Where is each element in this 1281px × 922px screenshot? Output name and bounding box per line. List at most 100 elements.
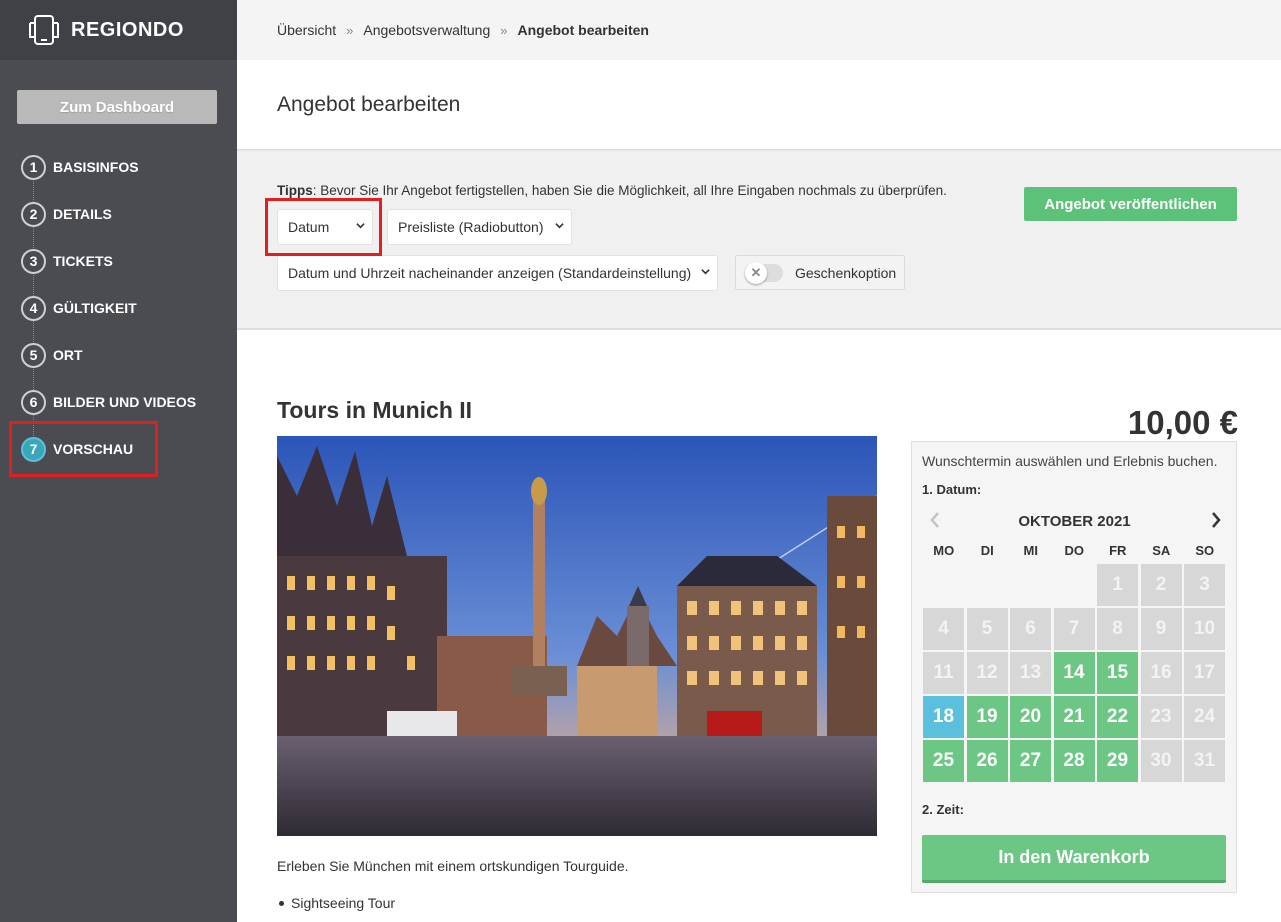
- calendar-header: OKTOBER 2021: [922, 508, 1227, 534]
- step-label: DETAILS: [53, 206, 112, 222]
- step-gueltigkeit[interactable]: 4 GÜLTIGKEIT: [21, 295, 137, 321]
- booking-widget: Wunschtermin auswählen und Erlebnis buch…: [911, 441, 1237, 893]
- toggle-switch[interactable]: ✕: [745, 261, 783, 284]
- weekday-label: MI: [1023, 543, 1038, 558]
- page-header: Angebot bearbeiten: [237, 60, 1281, 150]
- breadcrumb-separator: »: [500, 22, 508, 38]
- calendar-day[interactable]: 25: [923, 740, 964, 782]
- weekday-label: SA: [1152, 543, 1171, 558]
- calendar-day: 16: [1140, 652, 1182, 694]
- regiondo-logo-icon: [29, 15, 59, 45]
- calendar-day: 12: [966, 652, 1008, 694]
- calendar-day: 10: [1184, 608, 1225, 650]
- step-label: TICKETS: [53, 253, 113, 269]
- calendar-day: 31: [1184, 740, 1225, 782]
- step-label: GÜLTIGKEIT: [53, 300, 137, 316]
- chevron-down-icon: [701, 269, 710, 275]
- weekday-label: SO: [1195, 543, 1215, 558]
- preisliste-select-value: Preisliste (Radiobutton): [398, 219, 544, 235]
- close-icon: ✕: [745, 261, 767, 284]
- calendar-month: OKTOBER 2021: [1018, 513, 1131, 530]
- preisliste-select[interactable]: Preisliste (Radiobutton): [387, 209, 572, 245]
- calendar-day[interactable]: 26: [966, 740, 1008, 782]
- breadcrumb: Übersicht » Angebotsverwaltung » Angebot…: [237, 0, 1281, 60]
- step-ort[interactable]: 5 ORT: [21, 342, 83, 368]
- weekday-label: FR: [1109, 543, 1127, 558]
- calendar-day: 23: [1140, 696, 1182, 738]
- product-title: Tours in Munich II: [277, 397, 473, 423]
- calendar-day[interactable]: 27: [1010, 740, 1051, 782]
- calendar-day: 9: [1140, 608, 1182, 650]
- add-to-cart-button[interactable]: In den Warenkorb: [922, 835, 1226, 883]
- step-number: 3: [21, 248, 46, 274]
- step-label: BILDER UND VIDEOS: [53, 394, 197, 410]
- calendar-day[interactable]: 19: [966, 696, 1008, 738]
- chevron-down-icon: [555, 223, 564, 229]
- calendar-day: 11: [923, 652, 964, 694]
- step-bilder-und-videos[interactable]: 6 BILDER UND VIDEOS: [21, 389, 196, 415]
- product-image-illustration: [277, 436, 877, 836]
- weekday-label: MO: [933, 543, 955, 558]
- product-highlights: Sightseeing Tour: [278, 895, 395, 917]
- tips-body: : Bevor Sie Ihr Angebot fertigstellen, h…: [312, 183, 947, 198]
- anzeige-select[interactable]: Datum und Uhrzeit nacheinander anzeigen …: [277, 255, 718, 291]
- tips-label: Tipps: [277, 183, 313, 198]
- step-details[interactable]: 2 DETAILS: [21, 201, 112, 227]
- calendar-day[interactable]: 21: [1053, 696, 1095, 738]
- calendar-day: 4: [923, 608, 964, 650]
- breadcrumb-angebotsverwaltung[interactable]: Angebotsverwaltung: [363, 22, 490, 38]
- calendar-day: 1: [1097, 564, 1138, 606]
- step-number: 5: [21, 342, 46, 368]
- step-label: BASISINFOS: [53, 159, 139, 175]
- breadcrumb-uebersicht[interactable]: Übersicht: [277, 22, 336, 38]
- calendar-day: 5: [966, 608, 1008, 650]
- calendar-day[interactable]: 14: [1053, 652, 1095, 694]
- publish-button[interactable]: Angebot veröffentlichen: [1024, 187, 1237, 221]
- product-image-munich-marienplatz: [277, 436, 877, 836]
- calendar-day[interactable]: 20: [1010, 696, 1051, 738]
- calendar-day[interactable]: 18: [923, 696, 964, 738]
- time-label: 2. Zeit:: [922, 802, 964, 817]
- calendar-day: 30: [1140, 740, 1182, 782]
- anzeige-select-value: Datum und Uhrzeit nacheinander anzeigen …: [288, 265, 692, 281]
- calendar-day: 13: [1010, 652, 1051, 694]
- page-title: Angebot bearbeiten: [277, 92, 461, 116]
- calendar-weekdays: MO DI MI DO FR SA SO: [922, 543, 1227, 558]
- step-label: ORT: [53, 347, 83, 363]
- weekday-label: DI: [980, 543, 994, 558]
- dashboard-button[interactable]: Zum Dashboard: [17, 90, 217, 124]
- calendar-day: 24: [1184, 696, 1225, 738]
- calendar-day[interactable]: 15: [1097, 652, 1138, 694]
- calendar-day: 17: [1184, 652, 1225, 694]
- step-number: 4: [21, 295, 46, 321]
- geschenkoption-label: Geschenkoption: [795, 264, 897, 281]
- calendar-day: 2: [1140, 564, 1182, 606]
- step-basisinfos[interactable]: 1 BASISINFOS: [21, 154, 139, 180]
- chevron-right-icon[interactable]: [1209, 510, 1223, 530]
- geschenkoption-toggle[interactable]: ✕ Geschenkoption: [735, 255, 905, 290]
- calendar-day: 8: [1097, 608, 1138, 650]
- step-tickets[interactable]: 3 TICKETS: [21, 248, 113, 274]
- product-price: 10,00 €: [1127, 404, 1238, 441]
- calendar-day[interactable]: 28: [1053, 740, 1095, 782]
- date-label: 1. Datum:: [922, 482, 982, 497]
- booking-intro: Wunschtermin auswählen und Erlebnis buch…: [922, 453, 1218, 469]
- product-description: Erleben Sie München mit einem ortskundig…: [277, 858, 629, 874]
- calendar-day: 7: [1053, 608, 1095, 650]
- calendar-day[interactable]: 22: [1097, 696, 1138, 738]
- calendar-day[interactable]: 29: [1097, 740, 1138, 782]
- calendar-day: 6: [1010, 608, 1051, 650]
- brand-name: REGIONDO: [71, 18, 184, 41]
- tips-text: Tipps: Bevor Sie Ihr Angebot fertigstell…: [277, 183, 947, 198]
- tips-panel: Tipps: Bevor Sie Ihr Angebot fertigstell…: [237, 150, 1281, 330]
- list-item: Sightseeing Tour: [278, 895, 395, 917]
- step-number: 6: [21, 389, 46, 415]
- breadcrumb-current: Angebot bearbeiten: [517, 22, 649, 38]
- breadcrumb-separator: »: [346, 22, 354, 38]
- weekday-label: DO: [1064, 543, 1085, 558]
- step-number: 1: [21, 154, 46, 180]
- step-number: 7: [21, 436, 46, 462]
- calendar-day: 3: [1184, 564, 1225, 606]
- logo[interactable]: REGIONDO: [0, 0, 237, 60]
- step-number: 2: [21, 201, 46, 227]
